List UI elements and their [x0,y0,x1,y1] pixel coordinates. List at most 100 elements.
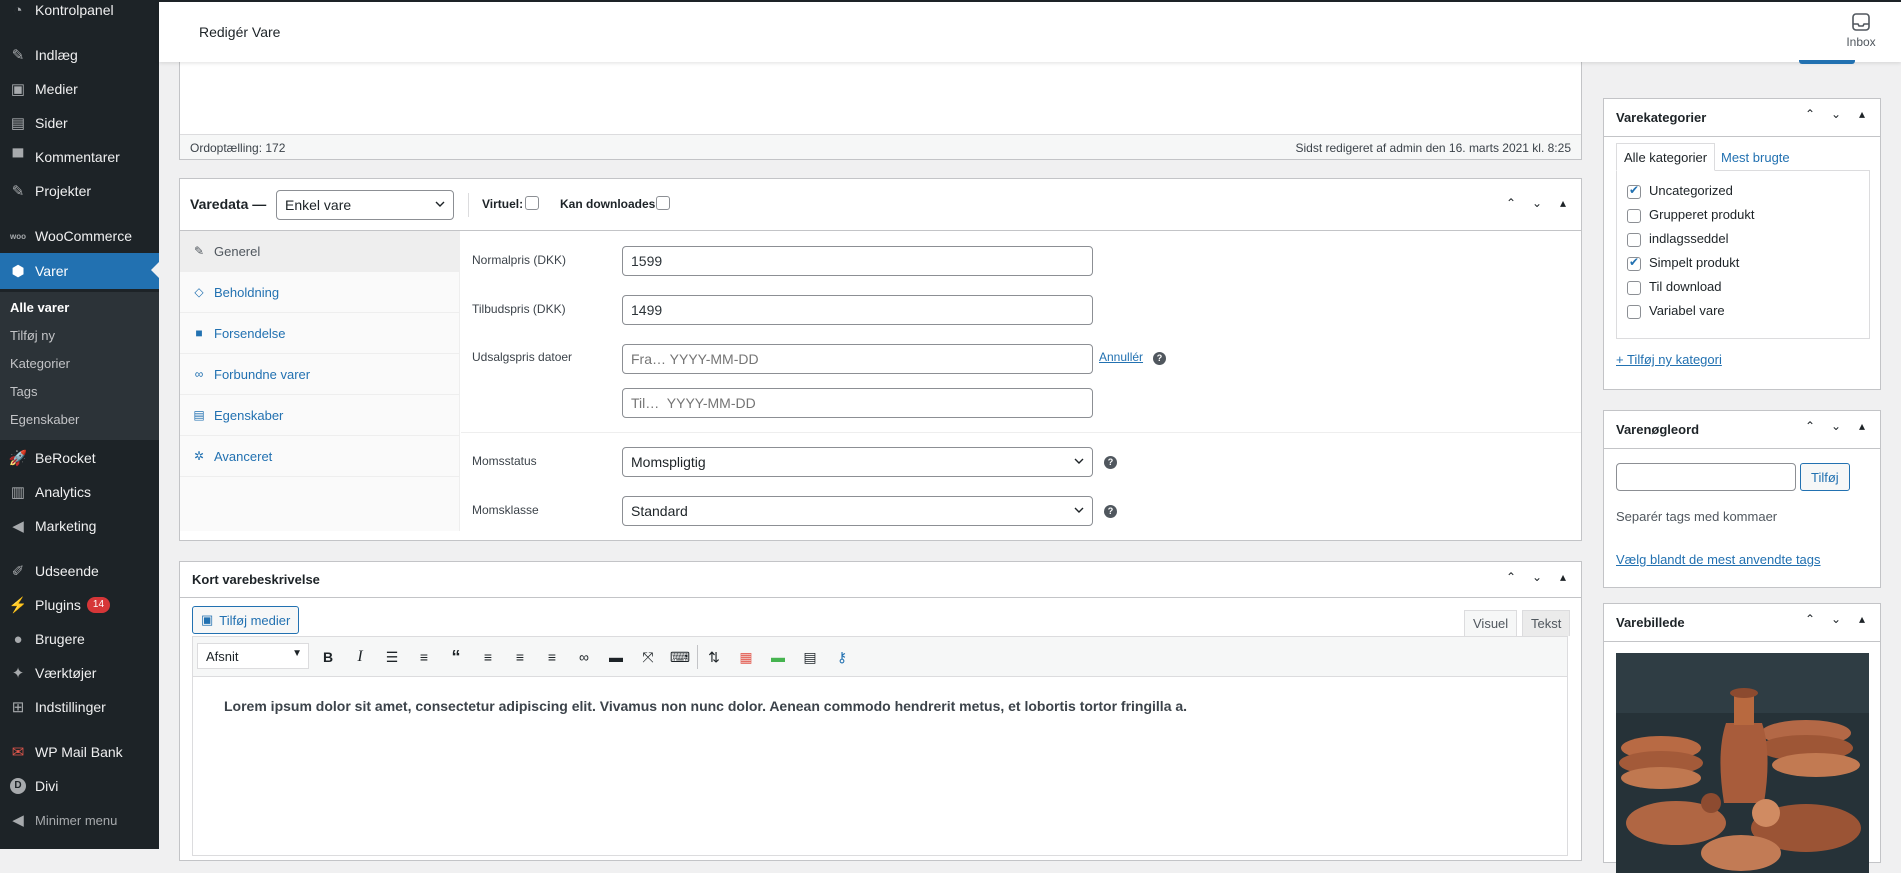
category-checkbox[interactable] [1627,280,1641,295]
user-lock-icon[interactable]: ⚷ [829,643,855,671]
virtual-checkbox[interactable] [525,196,539,210]
tax-class-select[interactable]: Standard [622,496,1093,526]
category-checkbox[interactable] [1627,208,1641,223]
bold-icon[interactable]: B [315,643,341,671]
move-up-icon[interactable]: ⌃ [1802,612,1818,626]
menu-dashboard[interactable]: ◔ Kontrolpanel [0,0,159,27]
downloadable-checkbox[interactable] [656,196,670,210]
regular-price-input[interactable] [622,246,1093,276]
submenu-all-products[interactable]: Alle varer [10,300,69,315]
help-icon[interactable]: ? [1153,352,1166,365]
move-down-icon[interactable]: ⌄ [1828,612,1844,626]
menu-woocommerce[interactable]: woo WooCommerce [0,219,159,253]
tab-all-categories[interactable]: Alle kategorier [1616,143,1716,171]
category-item[interactable]: indlagsseddel [1627,231,1729,247]
menu-analytics[interactable]: ▥ Analytics [0,475,159,509]
editor-content[interactable]: Lorem ipsum dolor sit amet, consectetur … [224,698,1547,714]
category-checkbox[interactable] [1627,232,1641,247]
sale-price-input[interactable] [622,295,1093,325]
choose-tags-link[interactable]: Vælg blandt de mest anvendte tags [1616,552,1821,567]
menu-tools[interactable]: ✦ Værktøjer [0,656,159,690]
italic-icon[interactable]: I [347,643,373,671]
add-tag-button[interactable]: Tilføj [1800,463,1850,491]
submenu-attributes[interactable]: Egenskaber [10,412,79,427]
toggle-panel-icon[interactable]: ▴ [1555,570,1571,584]
menu-wp-mail-bank[interactable]: ✉ WP Mail Bank [0,735,159,769]
button-builder-icon[interactable]: ▬ [765,643,791,671]
menu-products[interactable]: ⬢ Varer [0,253,159,289]
link-icon[interactable]: ∞ [571,643,597,671]
align-right-icon[interactable]: ≡ [539,643,565,671]
category-item[interactable]: Til download [1627,279,1722,295]
category-checkbox[interactable] [1627,304,1641,319]
menu-media[interactable]: ▣ Medier [0,72,159,106]
bullet-list-icon[interactable]: ☰ [379,643,405,671]
tag-input[interactable] [1616,463,1796,491]
format-select[interactable]: Afsnit ▼ [197,643,309,669]
align-left-icon[interactable]: ≡ [475,643,501,671]
toggle-panel-icon[interactable]: ▴ [1555,196,1571,210]
read-more-icon[interactable]: ▬ [603,643,629,671]
add-media-button[interactable]: ▣ Tilføj medier [192,606,300,634]
move-down-icon[interactable]: ⌄ [1828,419,1844,433]
category-item[interactable]: Variabel vare [1627,303,1725,319]
menu-settings[interactable]: ⊞ Indstillinger [0,690,159,724]
menu-pages[interactable]: ▤ Sider [0,106,159,140]
tab-inventory[interactable]: ◇ Beholdning [180,272,459,313]
menu-marketing[interactable]: ◀ Marketing [0,509,159,543]
menu-collapse[interactable]: ◀ Minimer menu [0,803,159,837]
inbox-button[interactable]: Inbox [1843,12,1879,49]
cancel-sale-dates-link[interactable]: Annullér [1099,350,1143,364]
tab-advanced[interactable]: ✲ Avanceret [180,436,459,477]
fullscreen-icon[interactable]: ⤧ [635,643,661,671]
menu-berocket[interactable]: 🚀 BeRocket [0,441,159,475]
tab-general[interactable]: ✎ Generel [180,231,459,272]
toggle-panel-icon[interactable]: ▴ [1854,107,1870,121]
table-icon[interactable]: ▤ [797,643,823,671]
submenu-tags[interactable]: Tags [10,384,37,399]
menu-divi[interactable]: D Divi [0,769,159,803]
move-up-icon[interactable]: ⌃ [1503,570,1519,584]
product-type-select[interactable]: Enkel vare [276,190,454,220]
tab-attributes[interactable]: ▤ Egenskaber [180,395,459,436]
toggle-panel-icon[interactable]: ▴ [1854,419,1870,433]
submenu-add-new[interactable]: Tilføj ny [10,328,55,343]
category-item[interactable]: Grupperet produkt [1627,207,1755,223]
move-down-icon[interactable]: ⌄ [1529,196,1545,210]
product-image[interactable] [1616,653,1869,873]
publish-button-edge[interactable] [1799,60,1855,64]
move-down-icon[interactable]: ⌄ [1529,570,1545,584]
category-item[interactable]: Uncategorized [1627,183,1733,199]
tab-shipping[interactable]: ■ Forsendelse [180,313,459,354]
help-icon[interactable]: ? [1104,456,1117,469]
numbered-list-icon[interactable]: ≡ [411,643,437,671]
tab-visual[interactable]: Visuel [1464,610,1518,636]
move-up-icon[interactable]: ⌃ [1802,107,1818,121]
tax-status-select[interactable]: Momspligtig [622,447,1093,477]
add-category-link[interactable]: + Tilføj ny kategori [1616,352,1722,367]
category-item[interactable]: Simpelt produkt [1627,255,1739,271]
category-checkbox[interactable] [1627,255,1641,271]
help-icon[interactable]: ? [1104,505,1117,518]
shortcode-grid-icon[interactable]: ▦ [733,643,759,671]
upload-icon[interactable]: ⇅ [701,643,727,671]
move-up-icon[interactable]: ⌃ [1503,196,1519,210]
menu-users[interactable]: ● Brugere [0,622,159,656]
menu-plugins[interactable]: ⚡ Plugins 14 [0,588,159,622]
menu-comments[interactable]: ▀ Kommentarer [0,140,159,174]
toggle-panel-icon[interactable]: ▴ [1854,612,1870,626]
toolbar-toggle-icon[interactable]: ⌨ [667,643,693,671]
menu-appearance[interactable]: ✐ Udseende [0,554,159,588]
category-checkbox[interactable] [1627,183,1641,199]
align-center-icon[interactable]: ≡ [507,643,533,671]
tab-text[interactable]: Tekst [1522,610,1571,636]
tab-linked-products[interactable]: ∞ Forbundne varer [180,354,459,395]
menu-projects[interactable]: ✎ Projekter [0,174,159,208]
submenu-categories[interactable]: Kategorier [10,356,70,371]
tab-most-used[interactable]: Mest brugte [1721,150,1790,165]
sale-date-from-input[interactable] [622,344,1093,374]
move-up-icon[interactable]: ⌃ [1802,419,1818,433]
blockquote-icon[interactable]: “ [443,643,469,671]
sale-date-to-input[interactable] [622,388,1093,418]
menu-posts[interactable]: ✎ Indlæg [0,38,159,72]
